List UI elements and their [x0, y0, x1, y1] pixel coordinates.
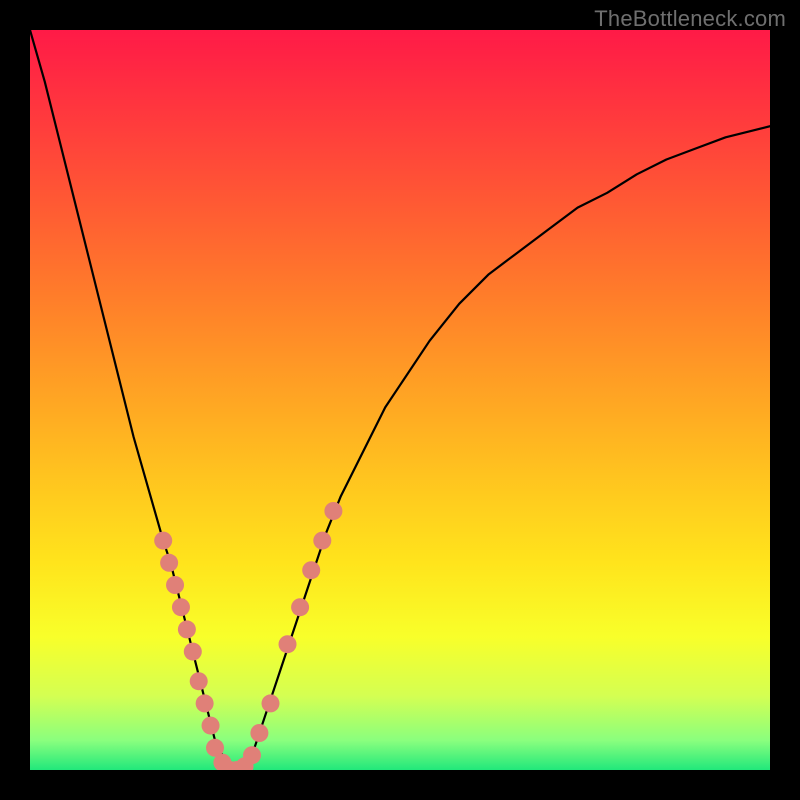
- highlight-marker: [166, 576, 184, 594]
- highlight-marker: [172, 598, 190, 616]
- highlight-marker: [190, 672, 208, 690]
- highlight-marker: [178, 620, 196, 638]
- chart-svg: [30, 30, 770, 770]
- chart-frame: TheBottleneck.com: [0, 0, 800, 800]
- highlight-marker: [262, 694, 280, 712]
- highlight-marker: [160, 554, 178, 572]
- highlight-marker: [202, 717, 220, 735]
- highlight-marker: [302, 561, 320, 579]
- highlight-marker: [196, 694, 214, 712]
- highlight-marker: [154, 532, 172, 550]
- highlight-marker: [250, 724, 268, 742]
- highlight-marker: [279, 635, 297, 653]
- highlight-marker: [313, 532, 331, 550]
- highlight-marker: [291, 598, 309, 616]
- highlight-marker: [184, 643, 202, 661]
- plot-area: [30, 30, 770, 770]
- watermark-text: TheBottleneck.com: [594, 6, 786, 32]
- highlight-marker: [324, 502, 342, 520]
- bottleneck-curve: [30, 30, 770, 770]
- highlight-marker: [243, 746, 261, 764]
